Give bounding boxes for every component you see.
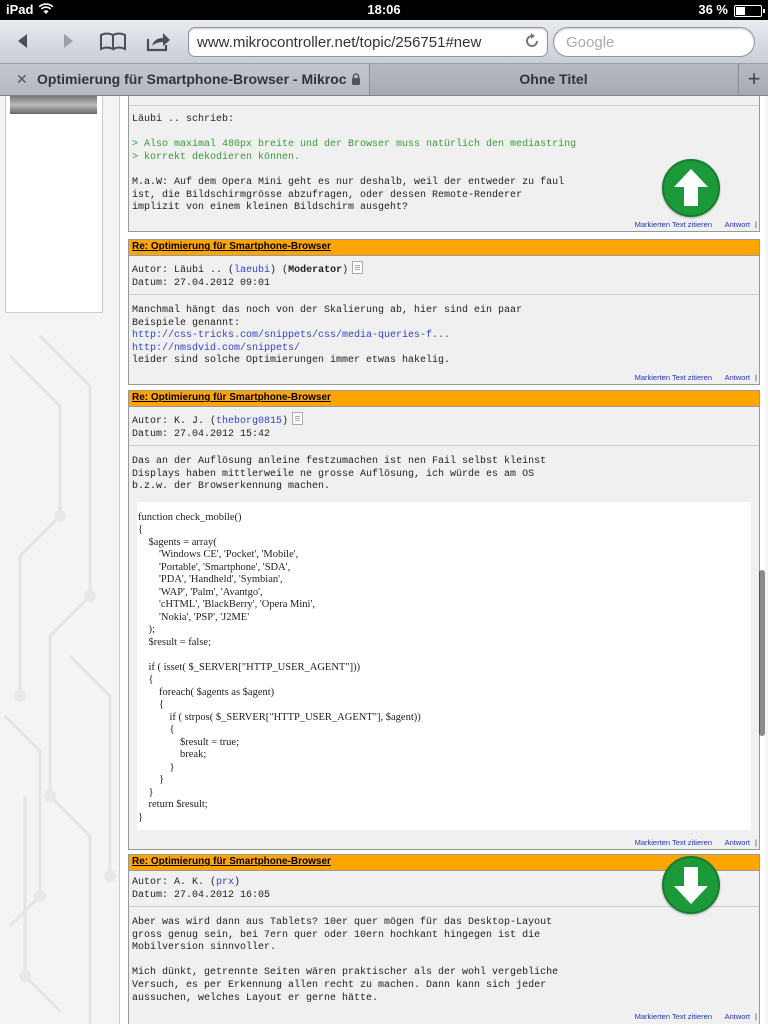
clock: 18:06 xyxy=(367,2,401,17)
scroll-down-button[interactable] xyxy=(662,856,720,914)
post-date: Datum: 27.04.2012 15:42 xyxy=(132,429,271,440)
quote-selected-link[interactable]: Markierten Text zitieren xyxy=(635,220,712,229)
lock-icon xyxy=(351,72,361,88)
scrollbar[interactable] xyxy=(759,570,765,736)
role-label: Moderator xyxy=(288,265,343,276)
forward-icon xyxy=(64,34,73,48)
post-text: leider sind solche Optimierungen immer e… xyxy=(132,355,451,367)
tab-active[interactable]: ✕ Optimierung für Smartphone-Browser - M… xyxy=(0,64,370,95)
reply-link[interactable]: Antwort xyxy=(725,220,750,229)
post-text: Manchmal hängt das noch von der Skalieru… xyxy=(132,305,523,329)
post-title-link[interactable]: Re: Optimierung für Smartphone-Browser xyxy=(132,241,331,252)
code-block: function check_mobile() { $agents = arra… xyxy=(137,501,751,830)
quote-line: > korrekt dekodieren können. xyxy=(132,151,301,163)
scroll-up-button[interactable] xyxy=(662,159,720,217)
post-meta: Autor: K. J. (theborg0815) Datum: 27.04.2… xyxy=(129,407,759,446)
address-bar[interactable]: www.mikrocontroller.net/topic/256751#new xyxy=(188,27,548,57)
sidebar-image xyxy=(10,96,97,114)
post-text: M.a.W: Auf dem Opera Mini geht es nur de… xyxy=(132,176,565,214)
search-input[interactable]: Google xyxy=(553,27,755,57)
quote-selected-link[interactable]: Markierten Text zitieren xyxy=(635,838,712,847)
tab-bar: ✕ Optimierung für Smartphone-Browser - M… xyxy=(0,64,768,96)
post-actions: Markierten Text zitieren Antwort | xyxy=(634,220,757,229)
bookmarks-icon xyxy=(100,32,126,51)
bookmarks-button[interactable] xyxy=(98,28,128,54)
quote-line: > Also maximal 480px breite und der Brow… xyxy=(132,139,577,151)
battery-percent: 36 % xyxy=(698,2,728,17)
post-date: Datum: 27.04.2012 09:01 xyxy=(132,278,271,289)
arrow-up-icon xyxy=(674,169,708,206)
reply-link[interactable]: Antwort xyxy=(725,1012,750,1021)
forward-button[interactable] xyxy=(53,28,83,54)
post: Re: Optimierung für Smartphone-Browser A… xyxy=(128,390,760,850)
post-actions: Markierten Text zitieren Antwort | xyxy=(634,838,757,847)
post-actions: Markierten Text zitieren Antwort | xyxy=(634,373,757,382)
post-header: Re: Optimierung für Smartphone-Browser xyxy=(129,391,759,407)
status-bar: iPad 18:06 36 % xyxy=(0,0,768,20)
share-button[interactable] xyxy=(144,28,174,54)
post-title-link[interactable]: Re: Optimierung für Smartphone-Browser xyxy=(132,856,331,867)
new-tab-button[interactable]: + xyxy=(738,64,768,95)
post-header: Re: Optimierung für Smartphone-Browser xyxy=(129,240,759,256)
document-icon[interactable] xyxy=(292,412,304,425)
author-link[interactable]: laeubi xyxy=(234,265,270,276)
post-meta: Autor: Läubi .. (laeubi) (Moderator) Datu… xyxy=(129,256,759,295)
quote-intro: Läubi .. schrieb: xyxy=(132,114,235,125)
search-placeholder: Google xyxy=(566,34,615,51)
tab-untitled[interactable]: Ohne Titel xyxy=(370,64,737,95)
close-icon[interactable]: ✕ xyxy=(16,71,28,88)
post-text: Aber was wird dann aus Tablets? 10er que… xyxy=(132,917,559,1004)
reply-link[interactable]: Antwort xyxy=(725,838,750,847)
back-button[interactable] xyxy=(8,28,38,54)
reply-link[interactable]: Antwort xyxy=(725,373,750,382)
post: Re: Optimierung für Smartphone-Browser A… xyxy=(128,239,760,385)
web-page: Läubi .. schrieb: > Also maximal 480px b… xyxy=(0,96,768,1024)
external-link[interactable]: http://nmsdvid.com/snippets/ xyxy=(132,343,300,354)
external-link[interactable]: http://css-tricks.com/snippets/css/media… xyxy=(132,330,450,341)
back-icon xyxy=(18,34,27,48)
post-date: Datum: 27.04.2012 16:05 xyxy=(132,890,271,901)
quote-selected-link[interactable]: Markierten Text zitieren xyxy=(635,1012,712,1021)
share-icon xyxy=(146,33,170,52)
battery-icon xyxy=(734,5,765,17)
sidebar-panel xyxy=(5,96,103,313)
author-link[interactable]: prx xyxy=(216,877,234,888)
quote-selected-link[interactable]: Markierten Text zitieren xyxy=(635,373,712,382)
arrow-down-icon xyxy=(674,867,708,904)
tab-title: Optimierung für Smartphone-Browser - Mik… xyxy=(37,71,347,87)
post-title-link[interactable]: Re: Optimierung für Smartphone-Browser xyxy=(132,392,331,403)
browser-toolbar: www.mikrocontroller.net/topic/256751#new… xyxy=(0,20,768,64)
post-actions: Markierten Text zitieren Antwort | xyxy=(634,1012,757,1021)
post-text: Das an der Auflösung anleine festzumache… xyxy=(132,456,547,493)
document-icon[interactable] xyxy=(352,261,364,274)
url-text: www.mikrocontroller.net/topic/256751#new xyxy=(197,34,482,51)
reload-icon[interactable] xyxy=(523,32,541,55)
author-link[interactable]: theborg0815 xyxy=(216,416,282,427)
